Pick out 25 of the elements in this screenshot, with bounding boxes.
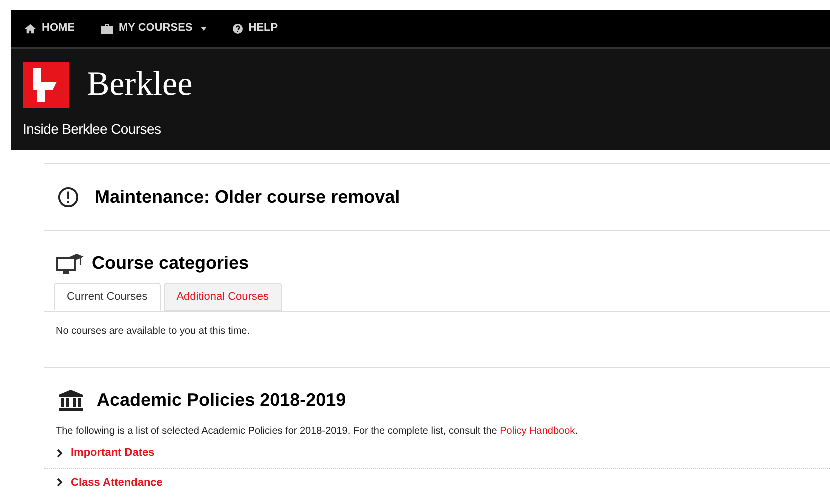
home-icon (25, 24, 36, 34)
nav-link[interactable]: HELP (232, 20, 278, 37)
tab[interactable]: Additional Courses (164, 283, 282, 311)
chevron-icon (57, 448, 63, 458)
caret-icon (200, 26, 207, 30)
empty-message: No courses are available to you at this time. (55, 325, 251, 339)
computer-graduation-cap-icon (56, 252, 84, 274)
help-icon (232, 24, 243, 34)
nav-link[interactable]: MY COURSES (101, 20, 207, 37)
tab[interactable]: Current Courses (54, 283, 161, 311)
policy-handbook-link[interactable]: Policy Handbook (500, 426, 576, 437)
chevron-icon (57, 478, 63, 488)
alert-icon (58, 186, 79, 208)
section-heading: Maintenance: Older course removal (95, 186, 400, 208)
briefcase-icon (101, 24, 113, 34)
site-subtitle: Inside Berklee Courses (23, 120, 162, 139)
bank-building-icon (59, 390, 83, 411)
section-heading: Academic Policies 2018-2019 (97, 389, 346, 412)
logo-icon (23, 62, 69, 108)
nav-link[interactable]: HOME (25, 20, 75, 37)
policies-intro: The following is a list of selected Academic Policies for 2018-2019. For the complete list, consult the Policy Handbook. (55, 425, 579, 439)
collapsible-item[interactable]: Class Attendance (57, 474, 163, 491)
section-heading: Course categories (92, 252, 250, 275)
collapsible-item[interactable]: Important Dates (57, 445, 155, 462)
brand-name: Berklee (87, 65, 193, 105)
